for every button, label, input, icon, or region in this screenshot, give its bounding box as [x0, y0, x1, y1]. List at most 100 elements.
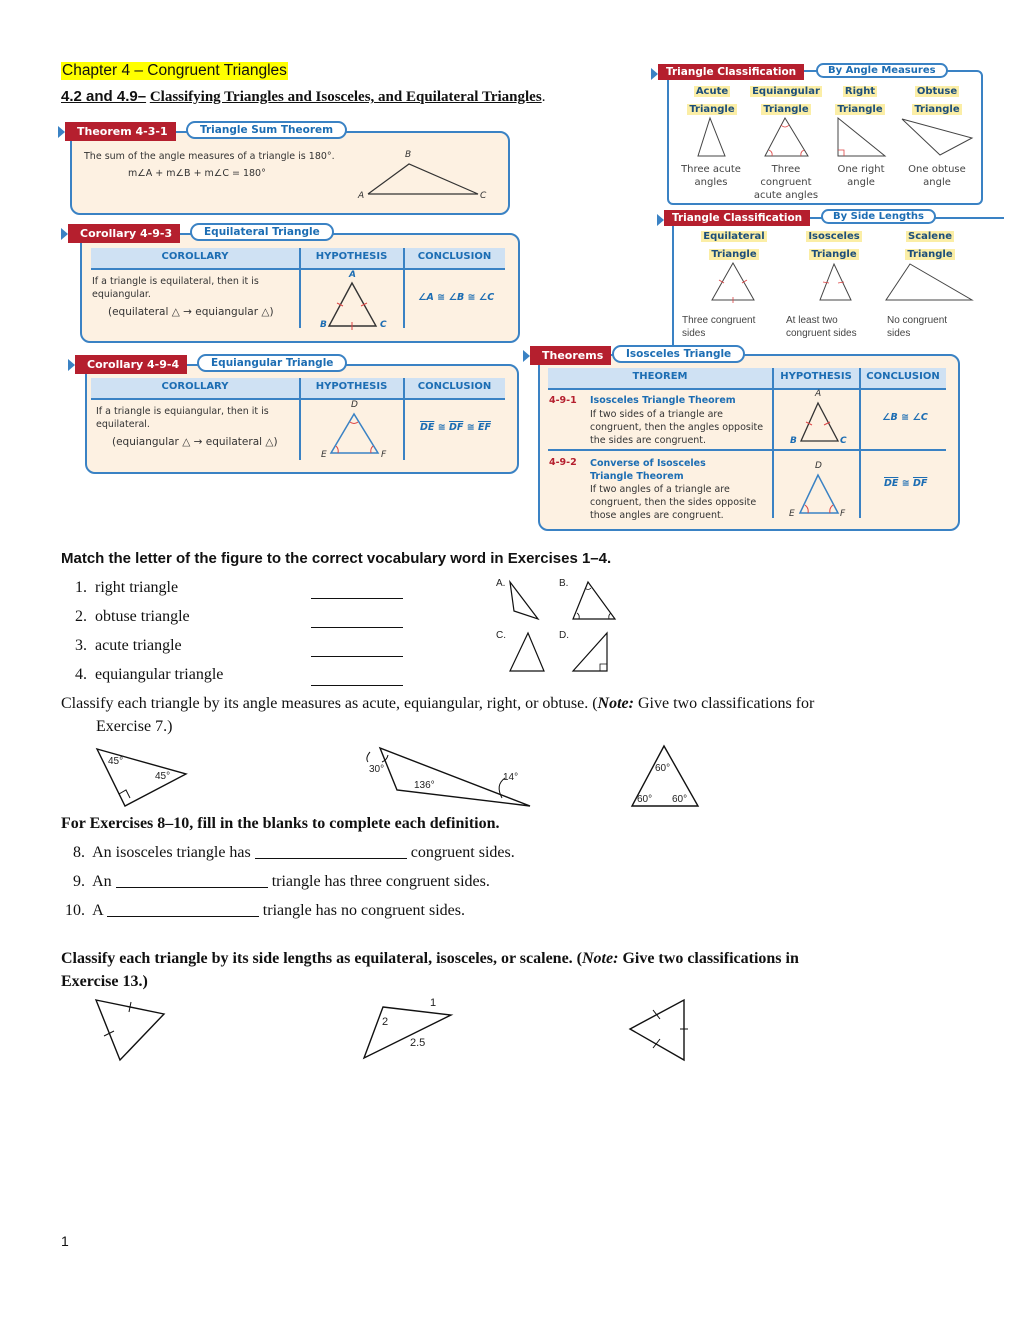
caption-line: One right — [837, 164, 885, 175]
text-before: An isosceles triangle has — [92, 844, 251, 861]
figure-label-d: D. — [559, 630, 569, 641]
vertex-a-label: A — [358, 191, 365, 201]
answer-blank-4[interactable] — [311, 671, 403, 686]
text-line: congruent, then the angles opposite — [590, 422, 764, 433]
instruction-text: Classify each triangle by its angle meas… — [61, 695, 598, 712]
vertex-f-label: F — [840, 509, 846, 519]
figure-label-c: C. — [496, 630, 506, 641]
angle-classify-instruction-line2: Exercise 7.) — [96, 718, 173, 735]
angle-label: 45° — [155, 771, 171, 782]
side-classify-instruction: Classify each triangle by its side lengt… — [61, 950, 961, 968]
right-title: Right Triangle — [830, 81, 890, 117]
classification-tab: Triangle Classification — [656, 210, 811, 226]
exercise-term: equiangular triangle — [95, 666, 224, 683]
acute-caption: Three acute angles — [675, 163, 747, 189]
vertex-c-label: C — [480, 191, 487, 201]
angle-label: 60° — [672, 794, 688, 805]
vertex-c-label: C — [840, 436, 847, 446]
corollary-conclusion: DE ≅ DF ≅ EF — [420, 422, 491, 433]
angle-label: 60° — [637, 794, 653, 805]
segment-ef: EF — [477, 422, 491, 433]
exercise-13-triangle — [628, 998, 685, 1062]
theorem-conclusion: ∠B ≅ ∠C — [882, 412, 928, 423]
theorem-pill: Triangle Sum Theorem — [186, 121, 348, 139]
exercise-term: acute triangle — [95, 637, 182, 654]
header-corollary: COROLLARY — [161, 251, 229, 262]
obtuse-caption: One obtuse angle — [900, 163, 974, 189]
classification-tab: Triangle Classification — [650, 64, 805, 80]
right-caption: One right angle — [826, 163, 896, 189]
theorem-statement: The sum of the angle measures of a trian… — [84, 151, 335, 162]
fill-blank-9[interactable] — [115, 873, 268, 888]
corollary-conclusion: ∠A ≅ ∠B ≅ ∠C — [418, 292, 495, 303]
figure-label-a: A. — [496, 578, 506, 589]
text-line: congruent, then the sides opposite — [590, 497, 757, 508]
match-heading: Match the letter of the figure to the co… — [61, 550, 612, 567]
segment-df: DF — [912, 478, 928, 489]
vertex-e-label: E — [321, 450, 327, 460]
theorem-name: Isosceles Triangle Theorem — [590, 395, 736, 406]
title-line: Triangle — [761, 104, 811, 115]
figure-a-obtuse-triangle — [509, 579, 540, 621]
equilateral-title: Equilateral Triangle — [697, 226, 771, 262]
title-line: Right — [842, 86, 878, 97]
angle-label: 30° — [369, 764, 385, 775]
exercise-number: 4. — [75, 666, 87, 683]
fill-blank-8[interactable] — [254, 844, 407, 859]
side-label: 2 — [382, 1016, 389, 1028]
angle-label: 136° — [414, 780, 435, 791]
answer-blank-2[interactable] — [311, 613, 403, 628]
side-exercise-figures — [94, 998, 688, 1062]
header-conclusion: CONCLUSION — [866, 371, 940, 382]
text-before: A — [92, 902, 103, 919]
answer-blank-1[interactable] — [311, 584, 403, 599]
theorems-tab: Theorems — [522, 346, 612, 365]
corollary-tab: Corollary 4-9-3 — [60, 224, 181, 243]
divider — [299, 378, 301, 460]
exercise-9: 9. An triangle has three congruent sides… — [73, 873, 490, 891]
fill-blank-10[interactable] — [106, 902, 259, 917]
text-after: triangle has three congruent sides. — [271, 873, 490, 890]
header-conclusion: CONCLUSION — [417, 381, 492, 392]
exercise-10: 10. A triangle has no congruent sides. — [65, 902, 465, 920]
title-line: Triangle — [905, 249, 955, 260]
vertex-e-label: E — [789, 509, 795, 519]
caption-line: congruent — [760, 177, 812, 188]
theorems-pill: Isosceles Triangle — [612, 345, 746, 363]
title-line: Equiangular — [750, 86, 822, 97]
exercise-1: 1. right triangle — [75, 579, 178, 597]
section-title: 4.2 and 4.9– Classifying Triangles and I… — [61, 88, 545, 106]
instruction-text: Classify each triangle by its side lengt… — [61, 950, 582, 967]
figure-c-acute-triangle — [509, 631, 545, 672]
scalene-caption: No congruent sides — [887, 314, 947, 340]
classification-pill: By Side Lengths — [821, 209, 936, 224]
congruent-symbol: ≅ — [466, 422, 475, 433]
caption-line: Three congruent — [682, 315, 756, 326]
caption-line: One obtuse — [908, 164, 966, 175]
figure-d-right-triangle — [571, 631, 608, 672]
text-after: congruent sides. — [410, 844, 515, 861]
caption-line: Three — [771, 164, 801, 175]
side-label: 2.5 — [410, 1037, 426, 1049]
exercise-number: 9. — [73, 873, 85, 890]
angle-arc — [366, 751, 371, 763]
isosceles-title: Isosceles Triangle — [800, 226, 868, 262]
angle-label: 60° — [655, 763, 671, 774]
vertex-c-label: C — [380, 320, 387, 330]
theorem-equation: m∠A + m∠B + m∠C = 180° — [128, 168, 266, 179]
section-period: . — [541, 89, 546, 105]
caption-line: No congruent — [887, 315, 948, 326]
answer-blank-3[interactable] — [311, 642, 403, 657]
header-corollary: COROLLARY — [161, 381, 229, 392]
caption-line: acute angles — [753, 190, 819, 201]
right-angle-mark — [599, 663, 607, 671]
exercise-number: 8. — [73, 844, 85, 861]
congruent-symbol: ≅ — [437, 422, 446, 433]
header-conclusion: CONCLUSION — [417, 251, 492, 262]
title-line: Acute — [693, 86, 731, 97]
obtuse-title: Obtuse Triangle — [905, 81, 969, 117]
figure-b-equiangular-triangle — [572, 580, 617, 620]
corollary-pill: Equilateral Triangle — [190, 223, 334, 241]
title-line: Triangle — [687, 104, 737, 115]
divider — [403, 248, 405, 328]
